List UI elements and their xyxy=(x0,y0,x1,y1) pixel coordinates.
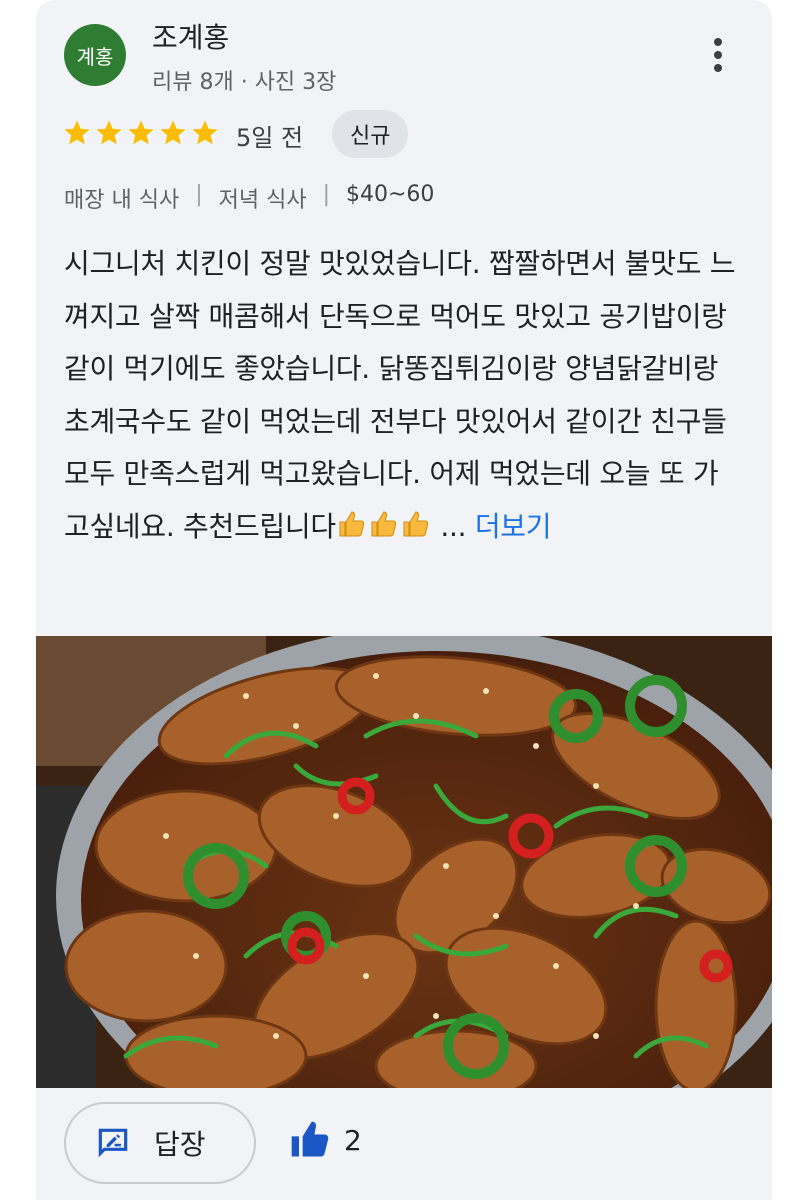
price-range: $40~60 xyxy=(346,182,435,207)
star-rating xyxy=(62,118,220,148)
star-icon xyxy=(128,120,154,145)
separator: | xyxy=(322,182,330,207)
read-more-link[interactable]: 더보기 xyxy=(475,510,552,543)
thumbs-up-emoji-icon xyxy=(339,510,364,536)
ellipsis: ... xyxy=(440,509,467,543)
reply-label: 답장 xyxy=(154,1128,206,1161)
reviewer-meta: 리뷰 8개 · 사진 3장 xyxy=(152,70,337,95)
meal-type: 저녁 식사 xyxy=(218,188,307,213)
thumbs-up-icon xyxy=(291,1121,329,1157)
star-icon xyxy=(192,120,218,145)
food-photo-icon xyxy=(36,636,772,1088)
dining-type: 매장 내 식사 xyxy=(64,188,180,213)
visit-details: 매장 내 식사 | 저녁 식사 | $40~60 xyxy=(64,182,434,214)
like-button[interactable]: 2 xyxy=(288,1118,362,1162)
avatar[interactable]: 계홍 xyxy=(64,24,126,86)
reviewer-name[interactable]: 조계홍 xyxy=(152,16,229,56)
review-text-block: 시그니처 치킨이 정말 맛있었습니다. 짭짤하면서 불맛도 느껴지고 살짝 매콤… xyxy=(64,238,740,553)
reply-edit-icon xyxy=(98,1128,128,1158)
star-icon xyxy=(64,120,90,145)
new-badge: 신규 xyxy=(332,110,409,158)
like-count: 2 xyxy=(344,1123,362,1157)
reply-button[interactable]: 답장 xyxy=(64,1102,256,1184)
star-icon xyxy=(96,120,122,145)
separator: | xyxy=(195,182,203,207)
review-age: 5일 전 xyxy=(236,124,304,152)
thumbs-up-emoji-icon xyxy=(403,510,428,536)
review-photo[interactable] xyxy=(36,636,772,1088)
review-text: 시그니처 치킨이 정말 맛있었습니다. 짭짤하면서 불맛도 느껴지고 살짝 매콤… xyxy=(64,247,736,543)
star-icon xyxy=(160,120,186,145)
more-options-icon[interactable] xyxy=(700,38,736,78)
thumbs-up-emoji-icon xyxy=(371,510,396,536)
